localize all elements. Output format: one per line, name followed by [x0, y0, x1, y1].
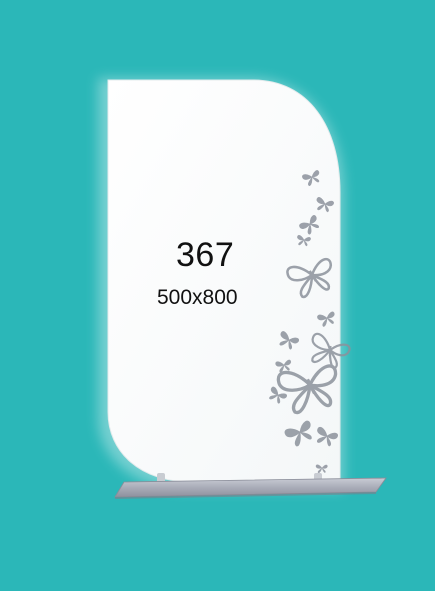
dimensions-label: 500x800 — [157, 286, 238, 309]
model-number: 367 — [176, 236, 235, 274]
